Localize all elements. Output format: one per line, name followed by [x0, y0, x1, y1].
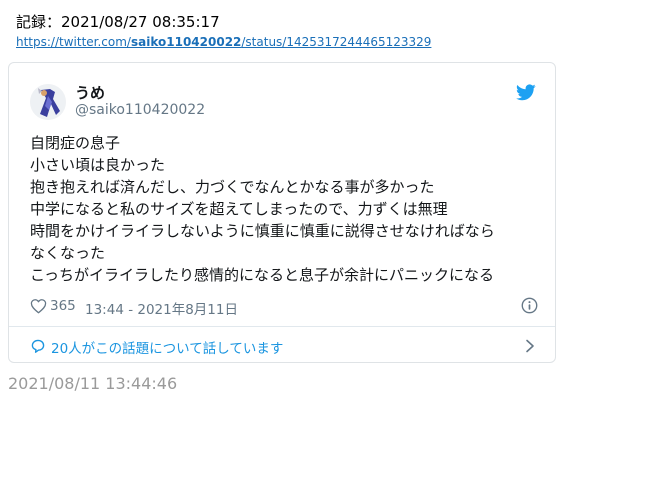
source-url-suffix: /status/1425317244465123329	[241, 35, 432, 49]
tweet-line: こっちがイライラしたり感情的になると息子が余計にパニックになる	[30, 266, 494, 284]
conversation-link[interactable]: 20人がこの話題について話しています	[30, 336, 545, 357]
tweet-line: 抱き抱えれば済んだし、力づくでなんとかなる事が多かった	[30, 178, 435, 196]
like-count[interactable]: 365	[50, 298, 76, 314]
info-icon[interactable]	[521, 297, 538, 314]
tweet-source-link[interactable]: https://twitter.com/saiko110420022/statu…	[16, 35, 431, 49]
tweet-line: 小さい頃は良かった	[30, 156, 166, 174]
source-url-user: saiko110420022	[130, 35, 242, 49]
avatar[interactable]	[30, 84, 66, 120]
source-url-prefix: https://twitter.com/	[16, 35, 131, 49]
author-handle[interactable]: @saiko110420022	[75, 102, 205, 118]
chevron-right-icon	[524, 339, 536, 353]
tweet-line: 中学になると私のサイズを超えてしまったので、力ずくは無理	[30, 200, 448, 218]
heart-icon[interactable]	[30, 298, 47, 314]
tweet-line: 自閉症の息子	[30, 134, 121, 152]
record-label: 記録：	[16, 13, 62, 31]
conversation-label: 20人がこの話題について話しています	[51, 341, 284, 357]
tweet-timestamp[interactable]: 13:44 - 2021年8月11日	[85, 298, 238, 318]
tweet-line: 時間をかけイライラしないように慎重に慎重に説得させなければなら	[30, 222, 495, 240]
embedded-tweet-card[interactable]: うめ @saiko110420022 自閉症の息子 小さい頃は良かった 抱き抱え…	[8, 62, 556, 363]
record-datetime: 2021/08/27 08:35:17	[61, 13, 220, 31]
record-timestamp: 記録：2021/08/27 08:35:17	[16, 11, 220, 32]
card-divider	[9, 326, 555, 327]
archive-date: 2021/08/11 13:44:46	[8, 374, 178, 393]
author-display-name[interactable]: うめ	[75, 82, 105, 103]
tweet-line: なくなった	[30, 244, 106, 262]
tweet-body: 自閉症の息子 小さい頃は良かった 抱き抱えれば済んだし、力づくでなんとかなる事が…	[30, 132, 540, 286]
speech-bubble-icon	[30, 338, 46, 354]
twitter-bird-icon[interactable]	[516, 84, 538, 102]
tweet-meta-row: 365 13:44 - 2021年8月11日	[30, 297, 540, 318]
